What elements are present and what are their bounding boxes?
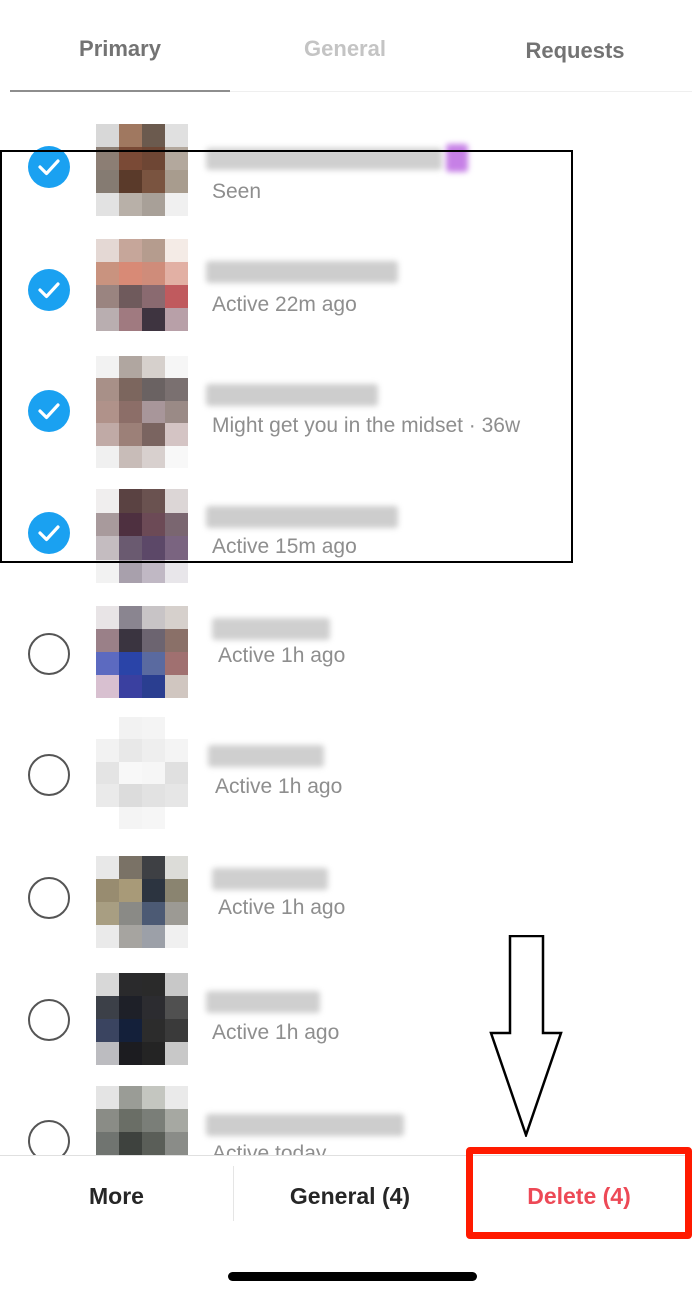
select-checkbox[interactable] (28, 633, 70, 675)
conversation-row[interactable]: Active 1h ago (0, 836, 692, 957)
conversation-status: Active 1h ago (212, 1021, 340, 1044)
avatar (96, 1086, 188, 1155)
avatar (96, 606, 188, 698)
conversation-status: Active 1h ago (215, 775, 343, 798)
select-checkbox[interactable] (28, 754, 70, 796)
tab-general[interactable]: General (240, 36, 450, 70)
avatar (96, 973, 188, 1065)
tab-requests[interactable]: Requests (460, 38, 690, 72)
inbox-tabs: Primary General Requests (0, 0, 692, 94)
down-arrow-icon (489, 935, 563, 1137)
conversation-status: Active today (212, 1142, 327, 1155)
conversation-status: Active 1h ago (218, 896, 346, 919)
contact-name-redacted (212, 618, 330, 640)
conversation-row[interactable]: Active 1h ago (0, 957, 692, 1078)
delete-highlight-box (466, 1147, 692, 1239)
contact-name-redacted (212, 868, 328, 890)
avatar (96, 717, 188, 829)
contact-name-redacted (206, 991, 320, 1013)
conversation-status: Active 1h ago (218, 644, 346, 667)
conversation-row[interactable]: Active 1h ago (0, 594, 692, 715)
active-tab-indicator (10, 90, 230, 92)
select-checkbox[interactable] (28, 999, 70, 1041)
avatar (96, 856, 188, 948)
conversation-row[interactable]: Active 1h ago (0, 715, 692, 836)
more-button[interactable]: More (0, 1156, 233, 1236)
conversation-row[interactable]: Active today (0, 1078, 692, 1155)
select-checkbox[interactable] (28, 1120, 70, 1155)
move-to-general-button[interactable]: General (4) (234, 1156, 466, 1236)
tabs-divider (230, 91, 692, 92)
home-indicator (228, 1272, 477, 1281)
select-checkbox[interactable] (28, 877, 70, 919)
selection-highlight-box (0, 150, 573, 563)
tab-primary[interactable]: Primary (10, 36, 230, 70)
contact-name-redacted (206, 1114, 404, 1136)
contact-name-redacted (208, 745, 324, 767)
